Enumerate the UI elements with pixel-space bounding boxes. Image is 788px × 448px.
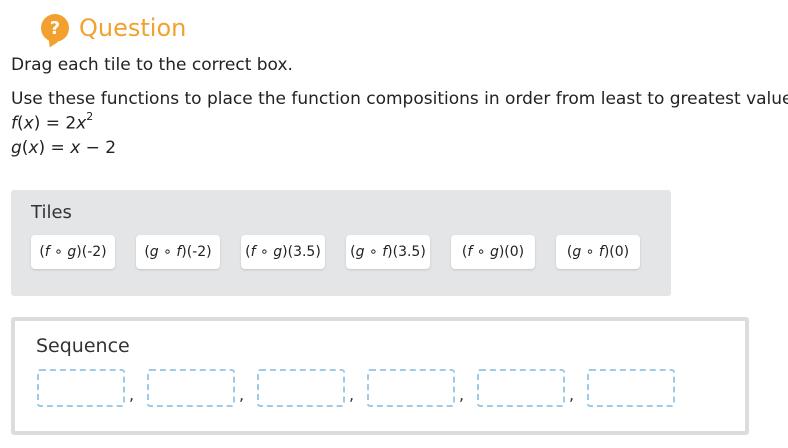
sequence-separator: , [569, 385, 575, 404]
question-header: ? Question [41, 10, 186, 46]
sequence-slot-2[interactable] [147, 369, 235, 407]
f-rhs-var: x [76, 113, 87, 134]
tile-f-g-neg2[interactable]: (f ∘ g) (-2) [31, 235, 115, 269]
tile-outer-fn: f [467, 244, 473, 260]
g-rhs-var: x [70, 138, 81, 158]
sequence-slot-6[interactable] [587, 369, 675, 407]
tile-arg: (0) [504, 244, 525, 260]
tile-inner-fn: f [382, 244, 388, 260]
sequence-separator: , [459, 385, 465, 404]
tiles-label: Tiles [31, 202, 72, 223]
tile-inner-fn: g [489, 244, 499, 260]
tile-inner-fn: g [273, 244, 283, 260]
sequence-slot-4[interactable] [367, 369, 455, 407]
tile-outer-fn: f [44, 244, 50, 260]
question-title: Question [79, 14, 187, 42]
sequence-slot-5[interactable] [477, 369, 565, 407]
tile-inner-fn: g [67, 244, 77, 260]
sequence-separator: , [129, 385, 135, 404]
sequence-separator: , [349, 385, 355, 404]
g-rhs-tail: − 2 [85, 138, 117, 158]
g-name: g [11, 138, 22, 158]
tile-outer-fn: f [250, 244, 256, 260]
tile-arg: (3.5) [392, 244, 426, 260]
tile-arg: (3.5) [287, 244, 321, 260]
sequence-panel: Sequence , , , , , [11, 317, 749, 435]
function-g-definition: g(x) = x − 2 [11, 138, 117, 158]
tile-outer-fn: g [355, 244, 365, 260]
tile-inner-fn: f [598, 244, 604, 260]
tile-arg: (-2) [186, 244, 212, 260]
tile-outer-fn: g [572, 244, 582, 260]
tile-inner-fn: f [176, 244, 182, 260]
tile-arg: (-2) [81, 244, 107, 260]
f-exponent: 2 [86, 110, 94, 123]
g-var: x [28, 138, 39, 158]
tile-f-g-0[interactable]: (f ∘ g) (0) [451, 235, 535, 269]
question-page: ? Question Drag each tile to the correct… [0, 0, 788, 448]
tile-g-f-0[interactable]: (g ∘ f) (0) [556, 235, 640, 269]
f-rhs: = 2 [45, 113, 77, 134]
tiles-panel: Tiles (f ∘ g) (-2) (g ∘ f) (-2) (f ∘ g) (3.… [11, 190, 671, 296]
sequence-label: Sequence [36, 335, 130, 357]
sequence-slot-1[interactable] [37, 369, 125, 407]
use-instruction: Use these functions to place the functio… [11, 89, 788, 109]
tile-g-f-3.5[interactable]: (g ∘ f) (3.5) [346, 235, 430, 269]
tile-outer-fn: g [149, 244, 159, 260]
tile-f-g-3.5[interactable]: (f ∘ g) (3.5) [241, 235, 325, 269]
f-var: x [23, 113, 34, 134]
tile-arg: (0) [609, 244, 630, 260]
f-name: f [11, 113, 17, 134]
function-f-definition: f(x) = 2x2 [11, 110, 94, 134]
drag-instruction: Drag each tile to the correct box. [11, 55, 293, 75]
tile-g-f-neg2[interactable]: (g ∘ f) (-2) [136, 235, 220, 269]
question-icon-glyph: ? [49, 17, 61, 39]
question-icon: ? [41, 14, 69, 42]
sequence-separator: , [239, 385, 245, 404]
sequence-slot-3[interactable] [257, 369, 345, 407]
